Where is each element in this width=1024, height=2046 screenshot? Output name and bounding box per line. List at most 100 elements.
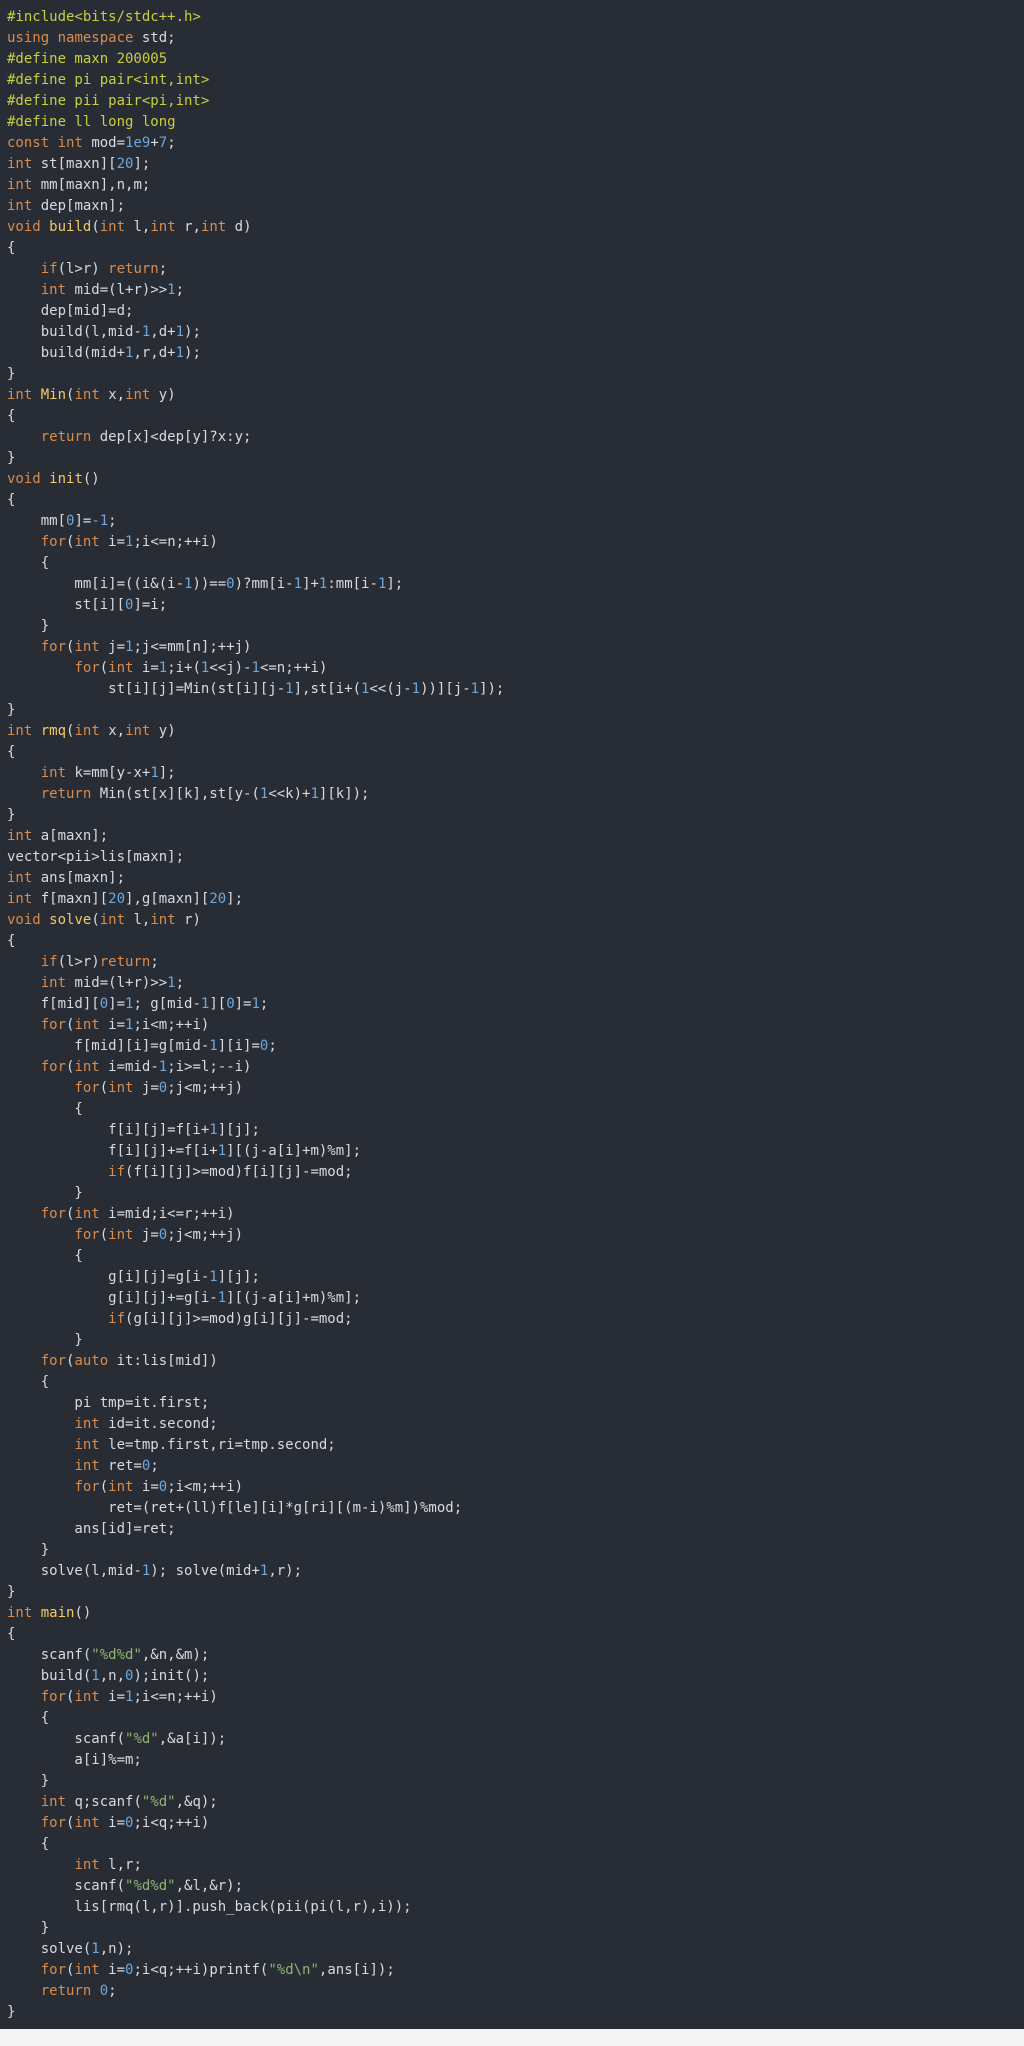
number-token: 1 [285, 681, 294, 697]
text-token: } [7, 450, 16, 466]
text-token: (g[i][j]>=mod)g[i][j]-=mod; [125, 1311, 353, 1327]
code-line: f[mid][0]=1; g[mid-1][0]=1; [7, 994, 504, 1015]
keyword-token: int [74, 1689, 100, 1705]
text-token: ;i>=l;--i) [167, 1059, 252, 1075]
text-token: mm[maxn],n,m; [32, 177, 151, 193]
text-token: k=mm[y-x+ [66, 765, 151, 781]
text-token: ][j]; [217, 1269, 260, 1285]
number-token: 7 [158, 135, 168, 151]
text-token: () [82, 471, 100, 487]
text-token: ; [268, 1038, 277, 1054]
text-token: lis[rmq(l,r)].push_back(pii(pi(l,r),i)); [7, 1899, 412, 1915]
keyword-token: int [74, 387, 100, 403]
string-token: "%d\n" [268, 1962, 319, 1978]
text-token: );init(); [133, 1668, 210, 1684]
text-token: ; [175, 975, 185, 991]
text-token: ( [91, 912, 100, 928]
text-token: ,d+ [150, 324, 176, 340]
keyword-token: int [40, 765, 67, 781]
number-token: 1 [411, 681, 421, 697]
code-line: #define pi pair<int,int> [7, 70, 504, 91]
string-token: "%d" [125, 1731, 159, 1747]
code-line: #define maxn 200005 [7, 49, 504, 70]
text-token: ( [99, 660, 109, 676]
code-editor[interactable]: #include<bits/stdc++.h> using namespace s… [0, 0, 1024, 2029]
text-token: } [7, 1920, 50, 1936]
text-token: ][(j-a[i]+m)%m]; [226, 1143, 362, 1159]
code-line: for(int i=1;i+(1<<j)-1<=n;++i) [7, 658, 504, 679]
text-token: r) [175, 912, 201, 928]
text-token: y) [150, 723, 176, 739]
text-token: ,r); [268, 1563, 303, 1579]
keyword-token: int [7, 723, 33, 739]
text-token: + [150, 135, 159, 151]
text-token: l, [125, 912, 151, 928]
keyword-token: if [108, 1164, 126, 1180]
keyword-token: int [74, 1857, 100, 1873]
preprocessor-token: #define maxn 200005 [7, 51, 168, 67]
text-token: st[maxn][ [32, 156, 117, 172]
function-name-token: solve [49, 912, 92, 928]
function-name-token: main [40, 1605, 75, 1621]
code-line: for(int i=mid-1;i>=l;--i) [7, 1057, 504, 1078]
keyword-token: int [7, 1605, 33, 1621]
text-token: <=n;++i) [259, 660, 328, 676]
code-line: } [7, 1330, 504, 1351]
code-line: f[i][j]+=f[i+1][(j-a[i]+m)%m]; [7, 1141, 504, 1162]
keyword-token: void [7, 912, 41, 928]
text-token: scanf( [7, 1647, 92, 1663]
keyword-token: int [74, 534, 100, 550]
keyword-token: int [40, 975, 67, 991]
code-line: ret=(ret+(ll)f[le][i]*g[ri][(m-i)%m])%mo… [7, 1498, 504, 1519]
code-line: const int mod=1e9+7; [7, 133, 504, 154]
keyword-token: for [40, 1353, 67, 1369]
code-line: { [7, 1834, 504, 1855]
keyword-token: for [74, 1227, 100, 1243]
code-line: } [7, 616, 504, 637]
keyword-token: for [40, 1206, 67, 1222]
code-line: { [7, 742, 504, 763]
text-token: ;i<q;++i) [133, 1815, 210, 1831]
text-token: f[maxn][ [32, 891, 109, 907]
text-token: ]; [226, 891, 244, 907]
text-token: ; [108, 513, 117, 529]
text-token: g[i][j]+=g[i- [7, 1290, 218, 1306]
code-line: if(l>r)return; [7, 952, 504, 973]
text-token: (l>r) [57, 261, 109, 277]
keyword-token: int [108, 660, 134, 676]
text-token: () [74, 1605, 92, 1621]
code-line: for(int i=0;i<m;++i) [7, 1477, 504, 1498]
text-token: ; [158, 261, 168, 277]
code-line: { [7, 406, 504, 427]
text-token: <<j)- [209, 660, 252, 676]
number-token: 1 [209, 1122, 218, 1138]
code-line: lis[rmq(l,r)].push_back(pii(pi(l,r),i)); [7, 1897, 504, 1918]
code-line: int rmq(int x,int y) [7, 721, 504, 742]
text-token: ]+ [302, 576, 319, 592]
number-token: 0 [226, 996, 235, 1012]
code-line: mm[i]=((i&(i-1))==0)?mm[i-1]+1:mm[i-1]; [7, 574, 504, 595]
text-token: { [7, 240, 16, 256]
text-token: ( [99, 1479, 109, 1495]
text-token: scanf( [7, 1878, 126, 1894]
text-token: ; [150, 1458, 159, 1474]
text-token: Min(st[x][k],st[y-( [91, 786, 260, 802]
code-line: for(int i=1;i<=n;++i) [7, 532, 504, 553]
text-token: { [7, 555, 50, 571]
code-line: { [7, 1624, 504, 1645]
text-token: ][(j-a[i]+m)%m]; [226, 1290, 362, 1306]
text-token: it:lis[mid]) [108, 1353, 218, 1369]
text-token: { [7, 1626, 16, 1642]
keyword-token: for [40, 534, 67, 550]
number-token: 1 [167, 282, 176, 298]
text-token: ][j]; [217, 1122, 260, 1138]
